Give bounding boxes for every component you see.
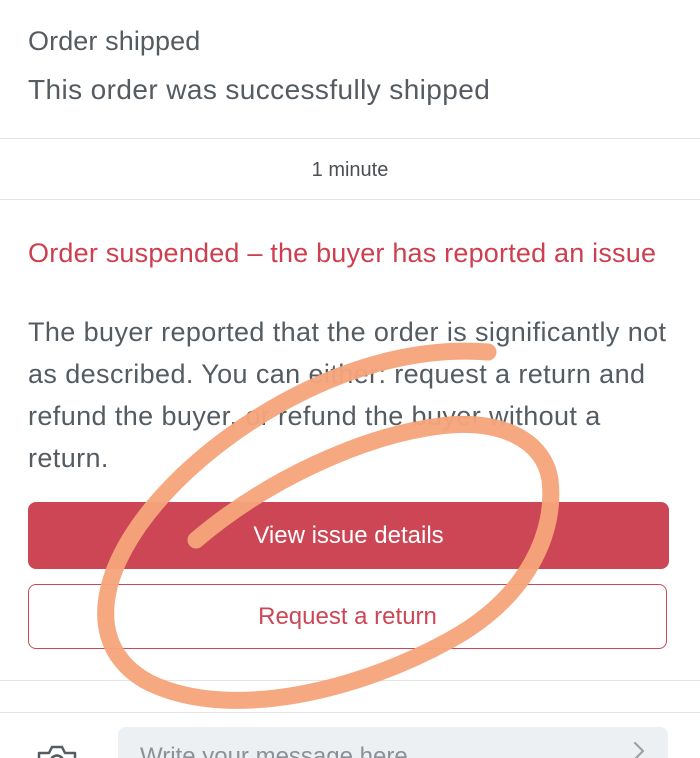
conversation-screen: Order shipped This order was successfull…	[0, 0, 700, 758]
request-return-button[interactable]: Request a return	[28, 584, 667, 649]
order-suspended-event: Order suspended – the buyer has reported…	[0, 200, 700, 681]
issue-description: The buyer reported that the order is sig…	[28, 317, 667, 473]
message-composer	[0, 712, 700, 758]
issue-title: Order suspended – the buyer has reported…	[28, 238, 657, 268]
timestamp: 1 minute	[0, 139, 700, 200]
event-title: Order shipped	[28, 26, 201, 56]
view-issue-details-button[interactable]: View issue details	[28, 502, 669, 569]
camera-icon	[37, 745, 77, 758]
order-shipped-event: Order shipped This order was successfull…	[0, 0, 700, 139]
event-description: This order was successfully shipped	[28, 74, 491, 105]
message-input[interactable]	[118, 727, 668, 758]
camera-button[interactable]	[36, 743, 78, 758]
